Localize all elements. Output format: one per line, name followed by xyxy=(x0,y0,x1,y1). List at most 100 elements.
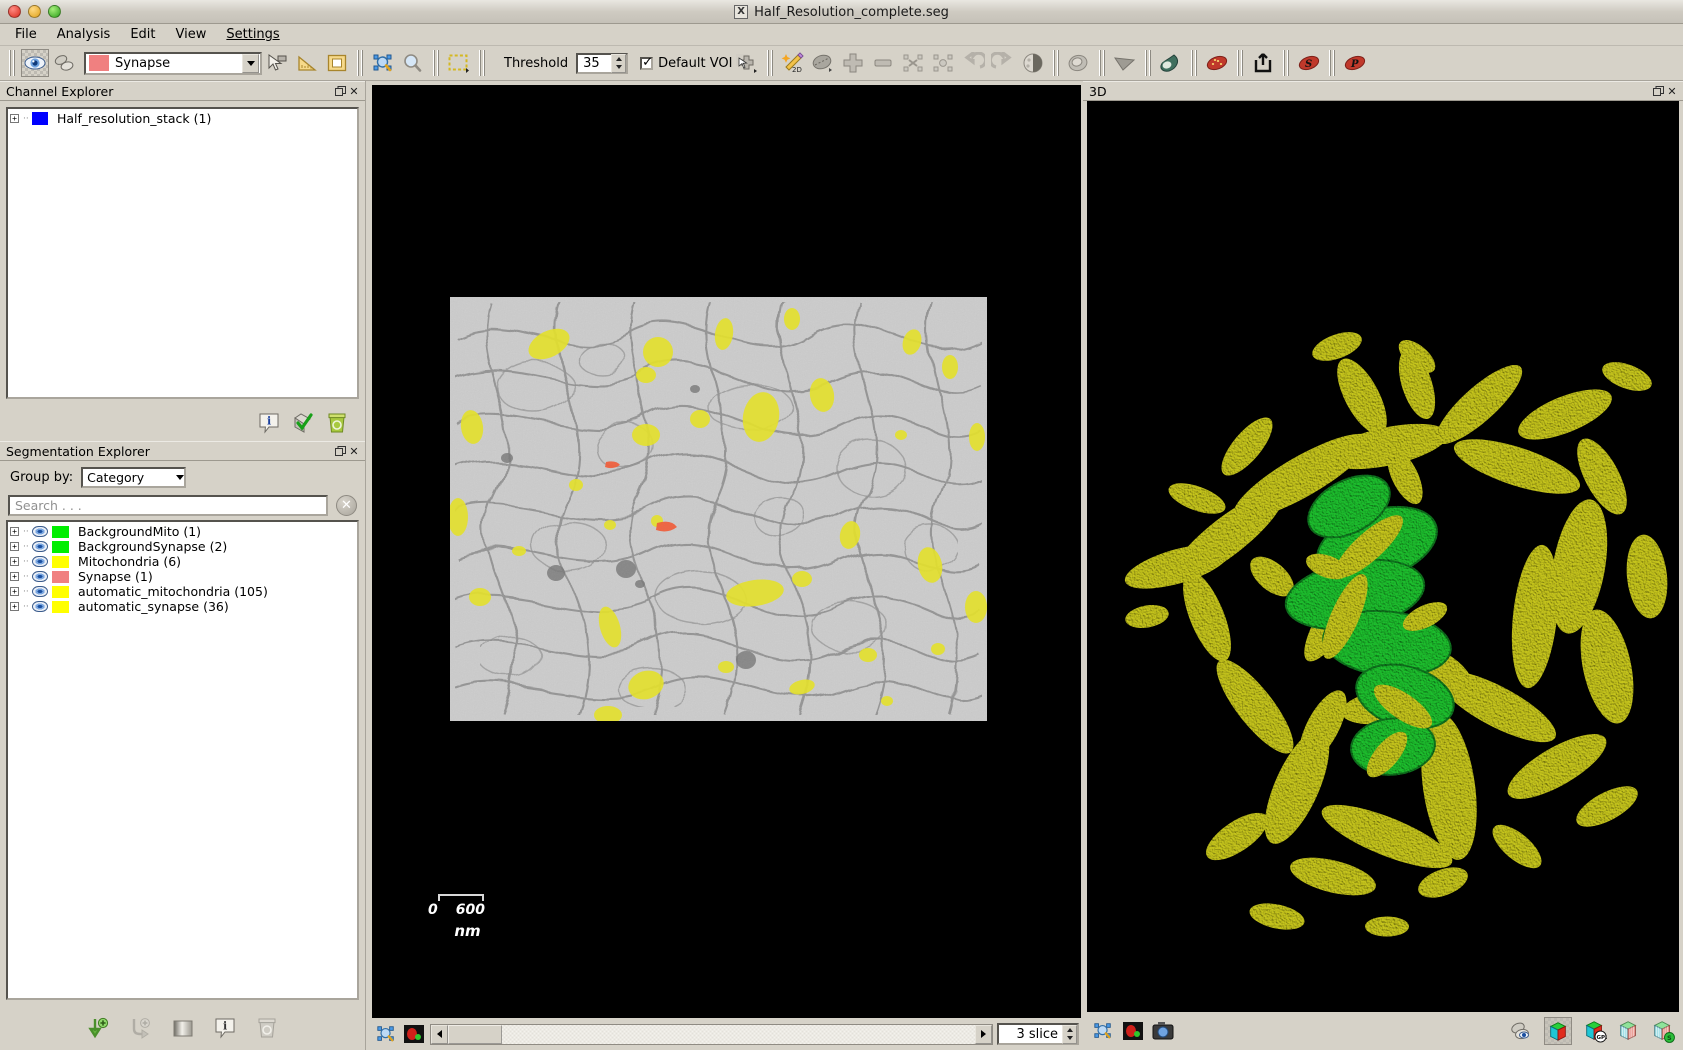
close-panel-icon[interactable]: ✕ xyxy=(1665,84,1679,98)
slice-scrollbar[interactable] xyxy=(430,1023,993,1045)
voi-select-icon[interactable] xyxy=(733,49,761,77)
color-channel-button[interactable] xyxy=(402,1022,426,1046)
grow-icon[interactable] xyxy=(929,49,957,77)
redo-icon[interactable] xyxy=(989,49,1017,77)
info-button[interactable]: i xyxy=(257,411,281,435)
table-row[interactable]: + ·· Mitochondria (6) xyxy=(10,554,357,569)
default-voi-checkbox[interactable] xyxy=(640,55,654,70)
visibility-eye-icon[interactable] xyxy=(32,556,48,567)
toolbar-grip-4[interactable] xyxy=(478,50,486,76)
expander-icon[interactable]: + xyxy=(10,602,19,611)
snapshot-icon[interactable] xyxy=(1151,1019,1175,1043)
render-3d-canvas[interactable] xyxy=(1087,101,1679,1012)
menu-file[interactable]: File xyxy=(6,25,46,44)
cone-icon[interactable] xyxy=(1111,49,1139,77)
fit-to-view-button[interactable] xyxy=(374,1022,398,1046)
threshold-stepper[interactable]: 35 xyxy=(576,52,629,74)
toolbar-grip-8[interactable] xyxy=(1144,50,1153,76)
magic-wand-2d-icon[interactable]: 2D xyxy=(779,49,807,77)
toolbar-grip-9[interactable] xyxy=(1190,50,1199,76)
arrow-left-icon[interactable] xyxy=(431,1024,448,1044)
visibility-eye-icon[interactable] xyxy=(32,571,48,582)
slice-viewer-canvas[interactable]: 0 600 nm xyxy=(372,85,1081,1018)
table-row[interactable]: + ·· BackgroundSynapse (2) xyxy=(10,539,357,554)
toolbar-grip[interactable] xyxy=(8,50,16,76)
color-channel-icon[interactable] xyxy=(1121,1019,1145,1043)
measure-ruler-icon[interactable] xyxy=(293,49,321,77)
histogram-button[interactable] xyxy=(171,1016,195,1040)
group-by-combo[interactable]: Category xyxy=(81,467,187,488)
clear-search-icon[interactable]: ✕ xyxy=(336,495,357,516)
float-panel-icon[interactable] xyxy=(333,444,347,458)
visibility-eye-icon[interactable] xyxy=(32,586,48,597)
default-voi-checkbox-row[interactable]: Default VOI xyxy=(640,55,732,71)
mesh-cube-icon[interactable] xyxy=(1617,1019,1641,1043)
expander-icon[interactable]: + xyxy=(10,527,19,536)
float-panel-icon[interactable] xyxy=(333,84,347,98)
branch-button[interactable] xyxy=(129,1016,153,1040)
menu-analysis[interactable]: Analysis xyxy=(48,25,120,44)
rgb-cube-icon[interactable] xyxy=(1544,1017,1572,1045)
toolbar-grip-3[interactable] xyxy=(432,50,440,76)
label-selector-combo[interactable]: Synapse xyxy=(84,51,262,75)
mesh-cube-s-icon[interactable]: S xyxy=(1651,1019,1675,1043)
vesicle-icon[interactable] xyxy=(1157,49,1185,77)
mitochondria-p-icon[interactable]: P xyxy=(1341,49,1369,77)
pointer-select-icon[interactable] xyxy=(263,49,291,77)
menu-edit[interactable]: Edit xyxy=(121,25,164,44)
visibility-eye-icon[interactable] xyxy=(32,541,48,552)
expander-icon[interactable]: + xyxy=(10,572,19,581)
channel-list[interactable]: + ·· Half_resolution_stack (1) xyxy=(6,107,359,399)
mitochondria-icon[interactable] xyxy=(1203,49,1231,77)
rectangle-select-icon[interactable] xyxy=(445,49,473,77)
expander-icon[interactable]: + xyxy=(10,542,19,551)
delete-button[interactable] xyxy=(255,1016,279,1040)
undo-icon[interactable] xyxy=(959,49,987,77)
toolbar-grip-12[interactable] xyxy=(1328,50,1337,76)
toolbar-grip-10[interactable] xyxy=(1236,50,1245,76)
export-icon[interactable] xyxy=(1249,49,1277,77)
toolbar-grip-5[interactable] xyxy=(766,50,775,76)
info-button[interactable]: i xyxy=(213,1016,237,1040)
expander-icon[interactable]: + xyxy=(10,587,19,596)
objects-icon[interactable] xyxy=(51,49,79,77)
delete-button[interactable] xyxy=(325,411,349,435)
add-icon[interactable] xyxy=(839,49,867,77)
close-panel-icon[interactable]: ✕ xyxy=(347,84,361,98)
arrow-right-icon[interactable] xyxy=(975,1024,992,1044)
menu-view[interactable]: View xyxy=(167,25,216,44)
object-gray-icon[interactable] xyxy=(1065,49,1093,77)
list-item[interactable]: + ·· Half_resolution_stack (1) xyxy=(10,111,357,126)
slice-spin-arrows[interactable] xyxy=(1062,1024,1077,1044)
table-row[interactable]: + ·· BackgroundMito (1) xyxy=(10,524,357,539)
import-button[interactable] xyxy=(87,1016,111,1040)
em-micrograph[interactable] xyxy=(450,297,987,721)
apply-button[interactable] xyxy=(291,411,315,435)
subtract-icon[interactable] xyxy=(869,49,897,77)
toolbar-grip-6[interactable] xyxy=(1052,50,1061,76)
table-row[interactable]: + ·· Synapse (1) xyxy=(10,569,357,584)
segmentation-list[interactable]: + ·· BackgroundMito (1) + ·· BackgroundS… xyxy=(6,520,359,1000)
expander-icon[interactable]: + xyxy=(10,114,19,123)
mitochondria-s-icon[interactable]: S xyxy=(1295,49,1323,77)
shrink-icon[interactable] xyxy=(899,49,927,77)
expander-icon[interactable]: + xyxy=(10,557,19,566)
scrollbar-thumb[interactable] xyxy=(448,1024,502,1044)
eye-visibility-icon[interactable] xyxy=(21,49,49,77)
float-panel-icon[interactable] xyxy=(1651,84,1665,98)
table-row[interactable]: + ·· automatic_mitochondria (105) xyxy=(10,584,357,599)
roi-frame-icon[interactable] xyxy=(323,49,351,77)
close-panel-icon[interactable]: ✕ xyxy=(347,444,361,458)
rgb-cube-gpu-icon[interactable]: GPU xyxy=(1583,1019,1607,1043)
contrast-icon[interactable] xyxy=(1019,49,1047,77)
table-row[interactable]: + ·· automatic_synapse (36) xyxy=(10,599,357,614)
toolbar-grip-7[interactable] xyxy=(1098,50,1107,76)
search-input[interactable]: Search . . . xyxy=(8,495,328,516)
eye-objects-icon[interactable] xyxy=(1509,1019,1533,1043)
magnifier-icon[interactable] xyxy=(399,49,427,77)
visibility-eye-icon[interactable] xyxy=(32,526,48,537)
magnifier-3d-icon[interactable] xyxy=(1091,1019,1115,1043)
visibility-eye-icon[interactable] xyxy=(32,601,48,612)
slice-stepper[interactable]: 3 slice xyxy=(997,1023,1079,1045)
threshold-value[interactable]: 35 xyxy=(578,56,611,71)
